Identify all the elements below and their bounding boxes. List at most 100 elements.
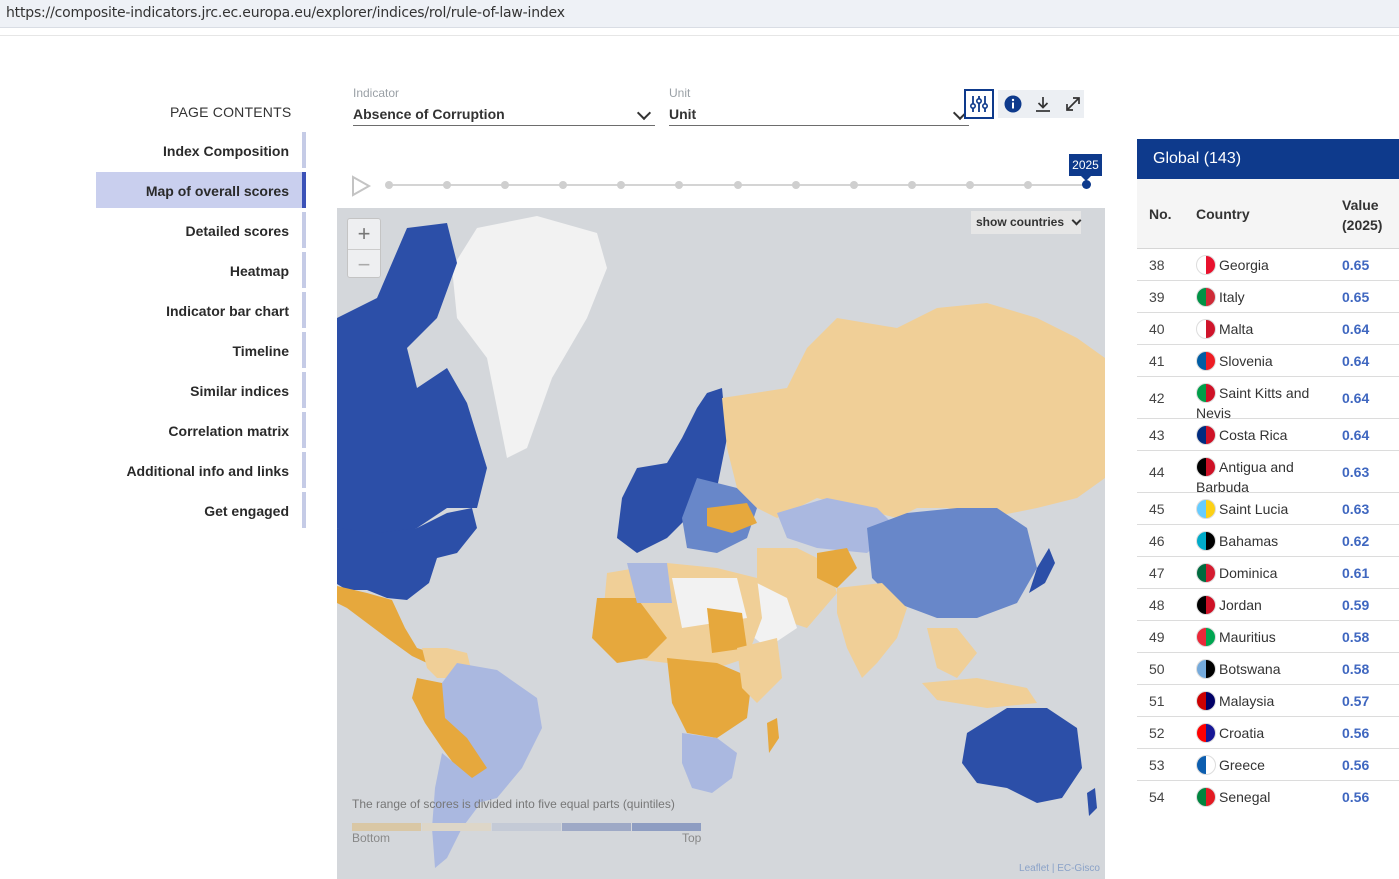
- table-row[interactable]: 43 Costa Rica 0.64: [1137, 419, 1399, 451]
- download-icon: [1036, 97, 1050, 112]
- timeline-step[interactable]: [733, 181, 742, 189]
- sidebar-item[interactable]: Heatmap: [96, 252, 306, 292]
- col-country[interactable]: Country: [1196, 206, 1250, 222]
- country-cell: Dominica: [1196, 563, 1336, 583]
- table-row[interactable]: 51 Malaysia 0.57: [1137, 685, 1399, 717]
- indicator-select[interactable]: Indicator Absence of Corruption: [353, 86, 655, 126]
- year-timeline[interactable]: 2025: [346, 150, 1106, 200]
- score-value: 0.65: [1342, 289, 1370, 305]
- rank-number: 44: [1149, 464, 1165, 480]
- unit-caption: Unit: [669, 86, 691, 100]
- flag-icon: [1196, 691, 1216, 711]
- table-row[interactable]: 53 Greece 0.56: [1137, 749, 1399, 781]
- score-value: 0.64: [1342, 390, 1370, 406]
- info-button[interactable]: [998, 89, 1028, 119]
- unit-select[interactable]: Unit Unit: [669, 86, 969, 126]
- sidebar-item[interactable]: Get engaged: [96, 492, 306, 532]
- flag-icon: [1196, 659, 1216, 679]
- country-name: Georgia: [1219, 257, 1269, 273]
- timeline-step[interactable]: [501, 181, 510, 189]
- map-attribution[interactable]: Leaflet | EC-Gisco: [1019, 863, 1100, 874]
- sidebar-item-label: Additional info and links: [126, 463, 289, 479]
- timeline-step[interactable]: [1082, 180, 1091, 189]
- timeline-step[interactable]: [675, 181, 684, 189]
- zoom-out-button[interactable]: −: [348, 249, 380, 279]
- rank-number: 40: [1149, 321, 1165, 337]
- legend-swatch: [422, 823, 491, 831]
- download-button[interactable]: [1028, 89, 1058, 119]
- selected-year-tag: 2025: [1069, 154, 1102, 181]
- table-row[interactable]: 50 Botswana 0.58: [1137, 653, 1399, 685]
- sidebar-item[interactable]: Detailed scores: [96, 212, 306, 252]
- country-name: Slovenia: [1219, 353, 1273, 369]
- timeline-step[interactable]: [965, 181, 974, 189]
- sidebar-item[interactable]: Index Composition: [96, 132, 306, 172]
- sidebar-item[interactable]: Similar indices: [96, 372, 306, 412]
- legend-bottom-label: Bottom: [352, 831, 391, 845]
- table-row[interactable]: 41 Slovenia 0.64: [1137, 345, 1399, 377]
- region-indonesia: [922, 678, 1037, 708]
- timeline-step[interactable]: [849, 181, 858, 189]
- timeline-step[interactable]: [791, 181, 800, 189]
- world-map[interactable]: + − show countries The range of scores i…: [337, 208, 1105, 879]
- timeline-step[interactable]: [617, 181, 626, 189]
- legend-color-bar: [352, 818, 702, 831]
- chevron-down-icon: [1071, 215, 1082, 226]
- col-value[interactable]: Value (2025): [1342, 195, 1392, 235]
- region-mexico: [337, 586, 432, 663]
- score-value: 0.65: [1342, 257, 1370, 273]
- flag-icon: [1196, 787, 1216, 807]
- expand-button[interactable]: [1058, 89, 1088, 119]
- score-value: 0.61: [1342, 565, 1370, 581]
- table-row[interactable]: 48 Jordan 0.59: [1137, 589, 1399, 621]
- flag-icon: [1196, 351, 1216, 371]
- rank-number: 41: [1149, 353, 1165, 369]
- sidebar-item[interactable]: Additional info and links: [96, 452, 306, 492]
- sliders-button[interactable]: [964, 89, 994, 119]
- table-row[interactable]: 45 Saint Lucia 0.63: [1137, 493, 1399, 525]
- rank-number: 38: [1149, 257, 1165, 273]
- table-row[interactable]: 40 Malta 0.64: [1137, 313, 1399, 345]
- rank-number: 45: [1149, 501, 1165, 517]
- timeline-step[interactable]: [443, 181, 452, 189]
- table-row[interactable]: 42 Saint Kitts and Nevis 0.64: [1137, 377, 1399, 421]
- table-row[interactable]: 52 Croatia 0.56: [1137, 717, 1399, 749]
- country-cell: Bahamas: [1196, 531, 1336, 551]
- show-countries-dropdown[interactable]: show countries: [971, 211, 1082, 234]
- col-no[interactable]: No.: [1149, 206, 1172, 222]
- region-southern-africa: [682, 733, 737, 793]
- sidebar-item[interactable]: Indicator bar chart: [96, 292, 306, 332]
- timeline-step[interactable]: [385, 181, 393, 189]
- country-name: Italy: [1219, 289, 1245, 305]
- sidebar-item[interactable]: Timeline: [96, 332, 306, 372]
- country-name: Croatia: [1219, 725, 1265, 741]
- flag-icon: [1196, 425, 1216, 445]
- sidebar-item[interactable]: Map of overall scores: [96, 172, 306, 208]
- rank-number: 51: [1149, 693, 1165, 709]
- browser-address-bar[interactable]: https://composite-indicators.jrc.ec.euro…: [0, 0, 1399, 28]
- sidebar-item[interactable]: Correlation matrix: [96, 412, 306, 452]
- timeline-step[interactable]: [559, 181, 568, 189]
- table-row[interactable]: 54 Senegal 0.56: [1137, 781, 1399, 809]
- sidebar-item-indicator: [302, 452, 306, 488]
- table-row[interactable]: 49 Mauritius 0.58: [1137, 621, 1399, 653]
- table-row[interactable]: 46 Bahamas 0.62: [1137, 525, 1399, 557]
- sidebar-item-label: Timeline: [232, 343, 289, 359]
- timeline-step[interactable]: [907, 181, 916, 189]
- table-row[interactable]: 47 Dominica 0.61: [1137, 557, 1399, 589]
- score-value: 0.64: [1342, 321, 1370, 337]
- zoom-in-button[interactable]: +: [348, 219, 380, 249]
- rank-number: 46: [1149, 533, 1165, 549]
- rank-number: 50: [1149, 661, 1165, 677]
- table-row[interactable]: 39 Italy 0.65: [1137, 281, 1399, 313]
- play-icon[interactable]: [350, 175, 372, 197]
- sidebar-item-label: Index Composition: [163, 143, 289, 159]
- legend-swatch: [352, 823, 421, 831]
- table-row[interactable]: 44 Antigua and Barbuda 0.63: [1137, 451, 1399, 495]
- timeline-step[interactable]: [1023, 181, 1032, 189]
- country-name: Malta: [1219, 321, 1254, 337]
- score-value: 0.56: [1342, 789, 1370, 805]
- legend-swatch: [562, 823, 631, 831]
- table-row[interactable]: 38 Georgia 0.65: [1137, 249, 1399, 281]
- zoom-control: + −: [347, 218, 381, 278]
